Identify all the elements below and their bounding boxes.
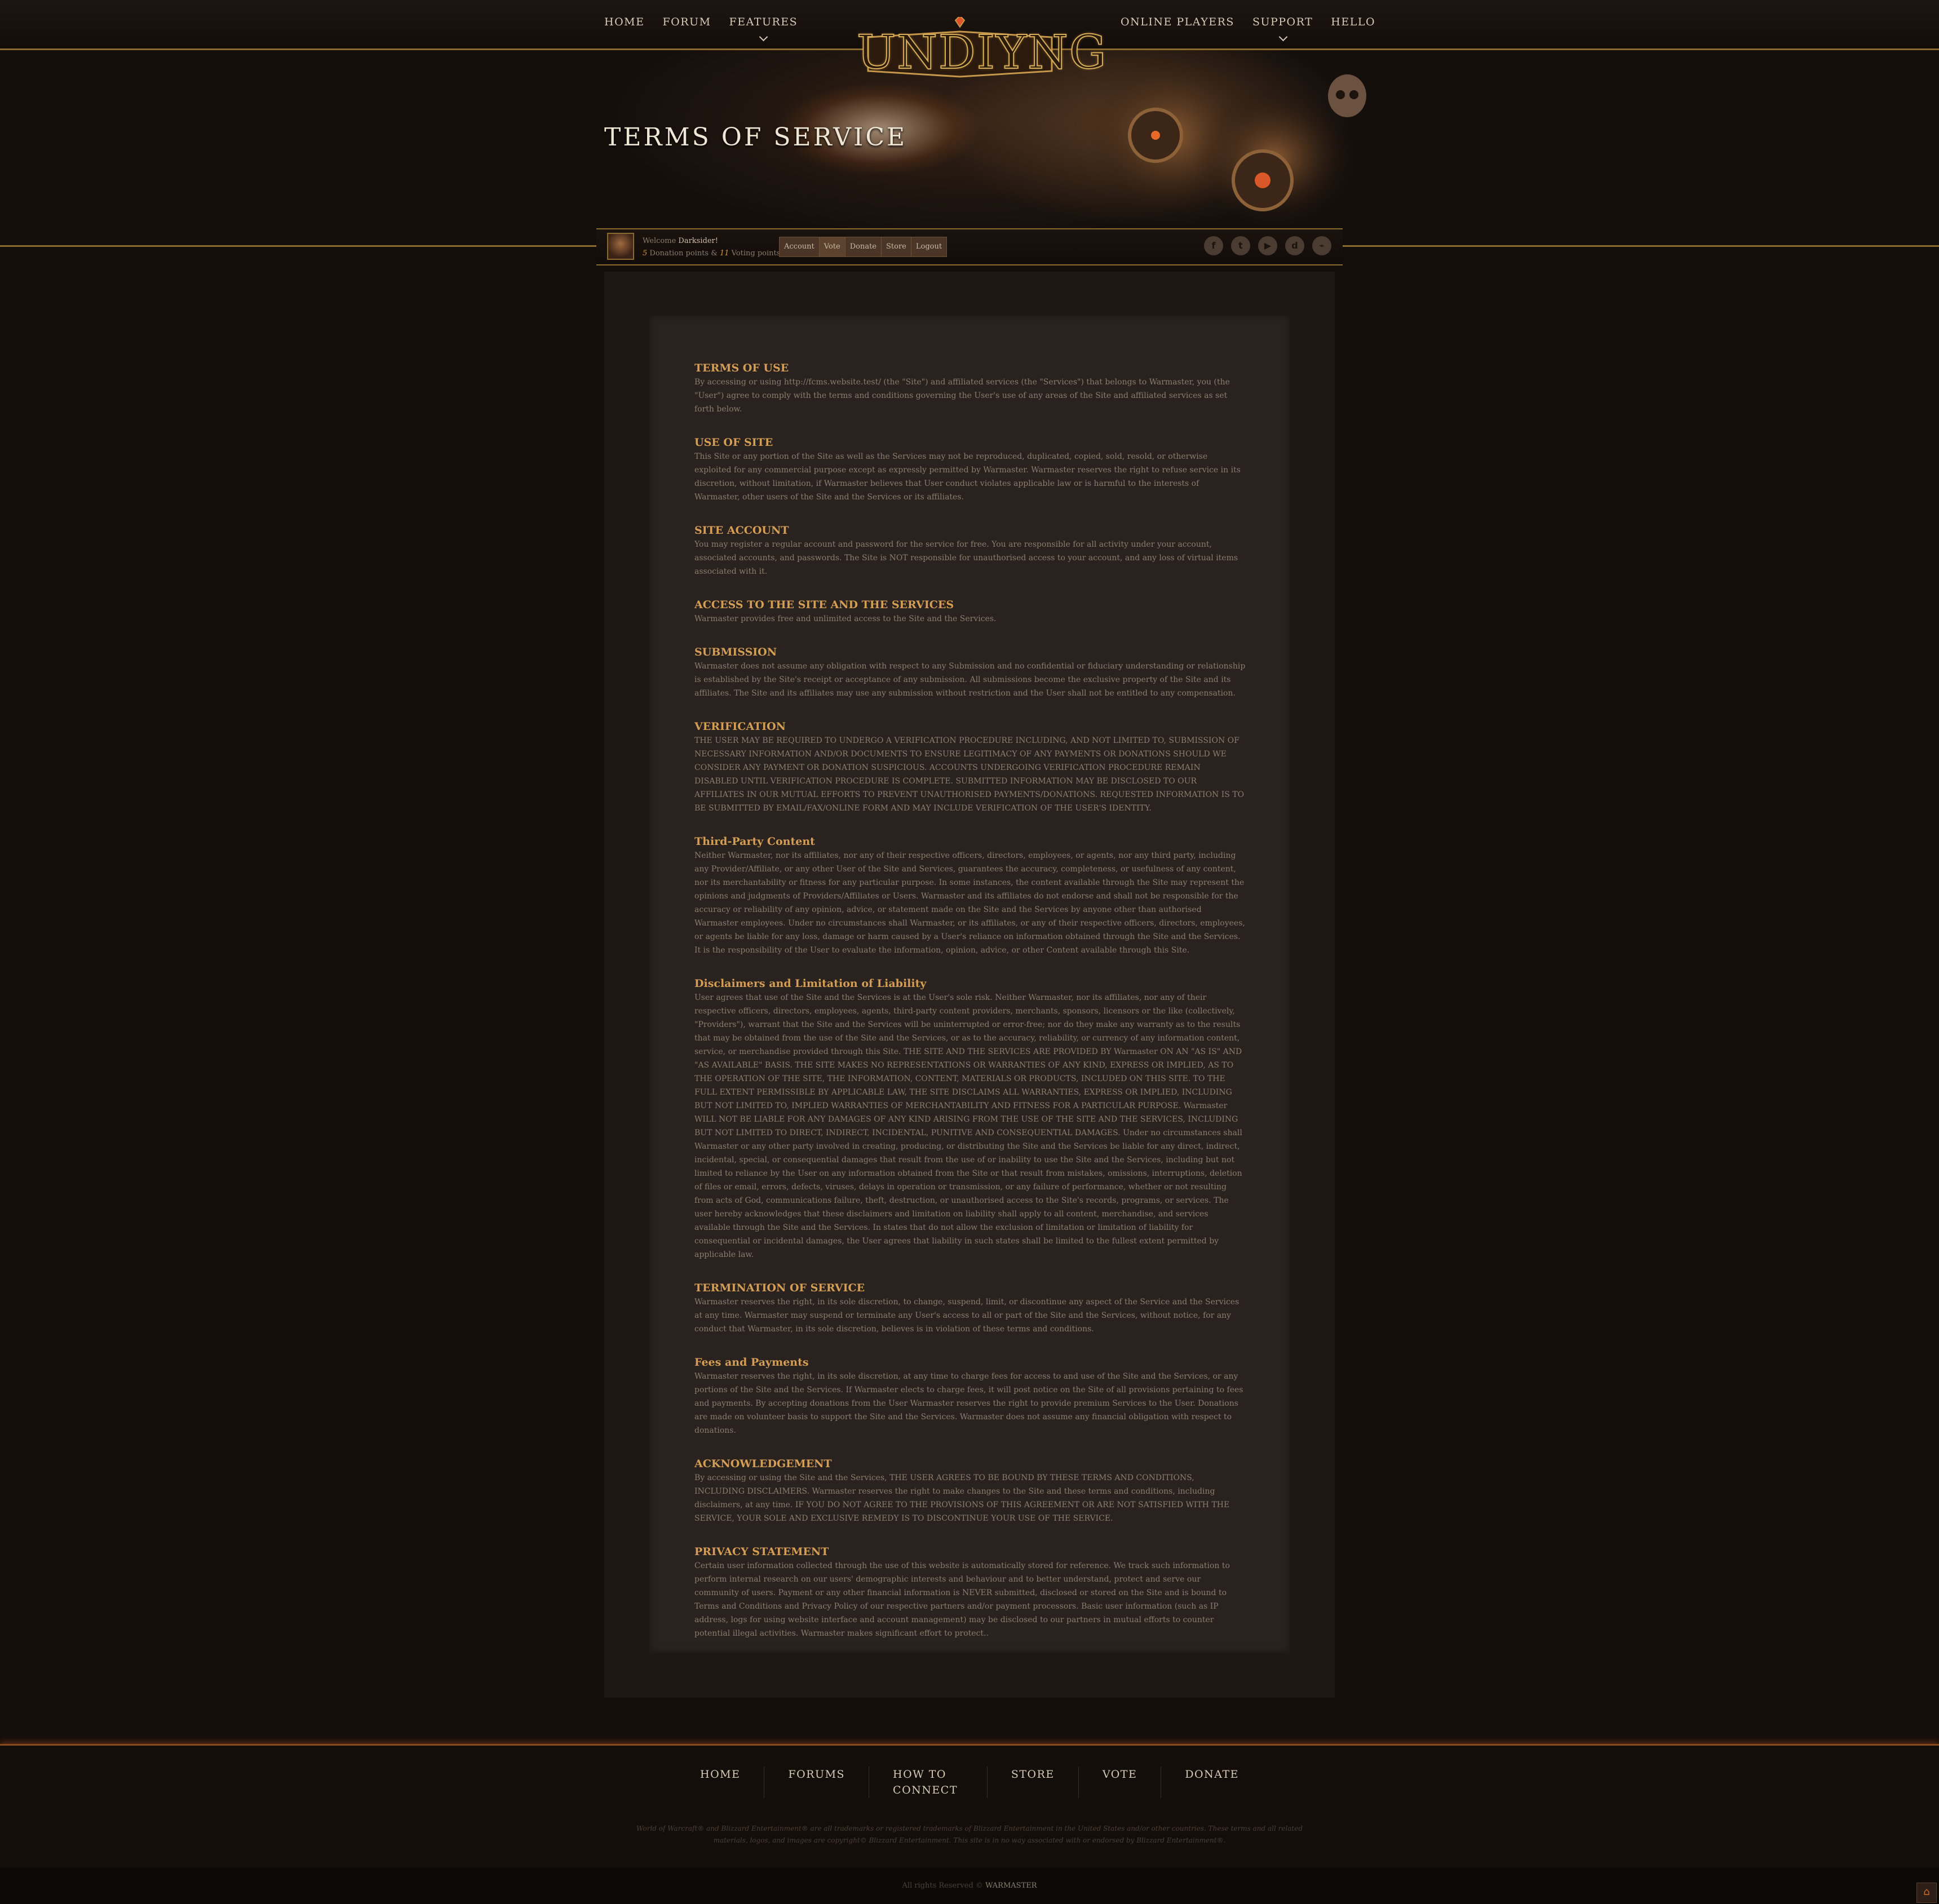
section-body: This Site or any portion of the Site as …: [694, 452, 1241, 502]
nav-home[interactable]: HOME: [604, 16, 644, 28]
section-title: ACKNOWLEDGEMENT: [694, 1458, 832, 1470]
copyright-prefix: All rights Reserved ©: [902, 1881, 983, 1890]
hero-character-art: [1088, 56, 1366, 225]
section-body: Warmaster provides free and unlimited ac…: [694, 614, 997, 623]
user-menu-donate[interactable]: Donate: [845, 237, 882, 256]
rss-icon[interactable]: ⌁: [1312, 236, 1331, 255]
section-body: Certain user information collected throu…: [694, 1561, 1230, 1638]
scroll-to-top-button[interactable]: ⌂: [1916, 1883, 1937, 1903]
section-fees-payments: Fees and Payments Warmaster reserves the …: [694, 1355, 1246, 1437]
section-body: Warmaster does not assume any obligation…: [694, 662, 1246, 698]
discord-icon[interactable]: d: [1285, 236, 1304, 255]
section-submission: SUBMISSION Warmaster does not assume any …: [694, 645, 1246, 700]
section-body: By accessing or using the Site and the S…: [694, 1473, 1230, 1523]
section-privacy-statement: PRIVACY STATEMENT Certain user informatio…: [694, 1544, 1246, 1640]
section-body: By accessing or using http://fcms.websit…: [694, 378, 1230, 414]
footer-nav-store[interactable]: STORE: [988, 1766, 1079, 1798]
username: Darksider!: [678, 237, 718, 245]
section-body: Warmaster reserves the right, in its sol…: [694, 1372, 1243, 1435]
section-title: ACCESS TO THE SITE AND THE SERVICES: [694, 599, 954, 611]
avatar[interactable]: [607, 233, 634, 260]
section-terms-of-use: TERMS OF USE By accessing or using http:/…: [694, 361, 1246, 416]
user-menu-logout[interactable]: Logout: [911, 237, 946, 256]
facebook-icon[interactable]: f: [1204, 236, 1223, 255]
copyright-brand[interactable]: WARMASTER: [985, 1881, 1037, 1890]
voting-points: 11: [719, 249, 729, 258]
section-body: You may register a regular account and p…: [694, 540, 1238, 576]
user-menu-vote[interactable]: Vote: [819, 237, 845, 256]
section-title: TERMS OF USE: [694, 362, 789, 374]
section-use-of-site: USE OF SITE This Site or any portion of t…: [694, 435, 1246, 504]
section-body: Warmaster reserves the right, in its sol…: [694, 1298, 1239, 1334]
copyright: All rights Reserved © WARMASTER: [0, 1881, 1939, 1890]
section-title: PRIVACY STATEMENT: [694, 1546, 829, 1558]
footer-nav-vote[interactable]: VOTE: [1079, 1766, 1162, 1798]
donation-points: 5: [643, 249, 648, 258]
nav-hello[interactable]: HELLO: [1331, 16, 1375, 28]
page-title: TERMS OF SERVICE: [604, 123, 907, 152]
section-title: TERMINATION OF SERVICE: [694, 1282, 865, 1294]
footer: [0, 1744, 1939, 1869]
section-title: Disclaimers and Limitation of Liability: [694, 977, 927, 990]
section-title: SUBMISSION: [694, 646, 777, 658]
section-body: Neither Warmaster, nor its affiliates, n…: [694, 851, 1245, 955]
footer-nav: HOME FORUMS HOW TO CONNECT STORE VOTE DO…: [676, 1766, 1263, 1798]
nav-forum[interactable]: FORUM: [662, 16, 711, 28]
welcome-text: Welcome Darksider! 5 Donation points & 1…: [643, 235, 780, 260]
twitter-icon[interactable]: t: [1231, 236, 1250, 255]
welcome-prefix: Welcome: [643, 237, 676, 245]
section-acknowledgement: ACKNOWLEDGEMENT By accessing or using the…: [694, 1456, 1246, 1525]
section-title: SITE ACCOUNT: [694, 524, 789, 537]
site-logo[interactable]: UNDIYNG: [856, 17, 1108, 83]
footer-nav-donate[interactable]: DONATE: [1161, 1766, 1263, 1798]
footer-nav-forums[interactable]: FORUMS: [764, 1766, 870, 1798]
section-verification: VERIFICATION THE USER MAY BE REQUIRED TO …: [694, 719, 1246, 815]
section-title: Fees and Payments: [694, 1356, 809, 1369]
main-nav-right: ONLINE PLAYERS SUPPORT HELLO: [1121, 16, 1393, 42]
user-menu-account[interactable]: Account: [780, 237, 820, 256]
section-body: User agrees that use of the Site and the…: [694, 993, 1242, 1259]
voting-label: Voting points: [731, 249, 781, 258]
section-body: THE USER MAY BE REQUIRED TO UNDERGO A VE…: [694, 736, 1245, 813]
nav-features[interactable]: FEATURES: [729, 16, 798, 42]
youtube-icon[interactable]: ▶: [1258, 236, 1277, 255]
section-access: ACCESS TO THE SITE AND THE SERVICES Warma…: [694, 597, 1246, 626]
user-menu: Account Vote Donate Store Logout: [779, 237, 948, 257]
logo-text: UNDIYNG: [856, 25, 1108, 80]
section-site-account: SITE ACCOUNT You may register a regular a…: [694, 523, 1246, 578]
footer-nav-how-to-connect[interactable]: HOW TO CONNECT: [869, 1766, 988, 1798]
donation-label: Donation points &: [649, 249, 718, 258]
footer-nav-home[interactable]: HOME: [676, 1766, 765, 1798]
arrow-up-icon: ⌂: [1923, 1886, 1930, 1898]
nav-support[interactable]: SUPPORT: [1252, 16, 1313, 42]
section-termination: TERMINATION OF SERVICE Warmaster reserves…: [694, 1281, 1246, 1336]
user-menu-store[interactable]: Store: [882, 237, 911, 256]
nav-online-players[interactable]: ONLINE PLAYERS: [1121, 16, 1234, 28]
terms-of-service-content: TERMS OF USE By accessing or using http:/…: [694, 361, 1246, 1659]
main-nav-left: HOME FORUM FEATURES: [604, 16, 816, 42]
section-third-party-content: Third-Party Content Neither Warmaster, no…: [694, 834, 1246, 957]
section-disclaimers: Disclaimers and Limitation of Liability U…: [694, 976, 1246, 1261]
section-title: VERIFICATION: [694, 720, 786, 733]
footer-disclaimer: World of Warcraft® and Blizzard Entertai…: [636, 1825, 1303, 1844]
section-title: USE OF SITE: [694, 436, 773, 449]
social-links: f t ▶ d ⌁: [1204, 236, 1331, 255]
section-title: Third-Party Content: [694, 835, 815, 848]
